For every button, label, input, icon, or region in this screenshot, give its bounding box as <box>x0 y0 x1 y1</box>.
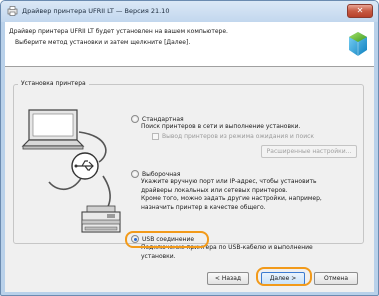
dialog-header: Драйвер принтера UFRII LT будет установл… <box>5 22 374 66</box>
wake-printers-checkbox[interactable] <box>152 133 159 140</box>
next-button-highlight <box>256 267 312 286</box>
header-instruction-1: Драйвер принтера UFRII LT будет установл… <box>9 28 228 35</box>
wake-printers-label: Вывод принтеров из режима ожидания и пои… <box>162 133 315 140</box>
custom-radio[interactable] <box>131 170 139 178</box>
standard-description: Поиск принтеров в сети и выполнение уста… <box>141 123 301 130</box>
dialog-body: Установка принтера Стандартная Поиск при… <box>5 67 374 292</box>
header-instruction-2: Выберите метод установки и затем щелкнит… <box>15 39 191 46</box>
wake-printers-option[interactable]: Вывод принтеров из режима ожидания и пои… <box>152 133 314 140</box>
usb-icon <box>71 152 99 180</box>
close-button[interactable]: ✕ <box>347 4 373 18</box>
custom-label: Выборочная <box>142 170 181 178</box>
standard-option[interactable]: Стандартная <box>131 115 184 123</box>
standard-label: Стандартная <box>142 115 184 123</box>
back-button[interactable]: < Назад <box>207 272 249 285</box>
laptop-icon <box>21 109 85 150</box>
usb-option-highlight <box>125 231 209 248</box>
window-title: Драйвер принтера UFRII LT — Версия 21.10 <box>22 7 170 15</box>
printer-app-icon <box>7 6 18 16</box>
title-bar[interactable]: Драйвер принтера UFRII LT — Версия 21.10… <box>1 1 378 22</box>
cancel-button[interactable]: Отмена <box>314 272 358 285</box>
advanced-settings-button[interactable]: Расширенные настройки... <box>261 145 357 158</box>
printer-connection-illustration <box>21 109 121 233</box>
group-legend: Установка принтера <box>18 80 89 87</box>
printer-icon <box>81 205 121 233</box>
close-icon: ✕ <box>356 6 364 15</box>
custom-description: Укажите вручную порт или IP-адрес, чтобы… <box>141 178 322 211</box>
installer-window: Драйвер принтера UFRII LT — Версия 21.10… <box>0 0 379 296</box>
standard-radio[interactable] <box>131 115 139 123</box>
installer-disk-icon <box>349 32 367 56</box>
dialog-client-area: Драйвер принтера UFRII LT будет установл… <box>5 22 374 292</box>
custom-option[interactable]: Выборочная <box>131 170 180 178</box>
